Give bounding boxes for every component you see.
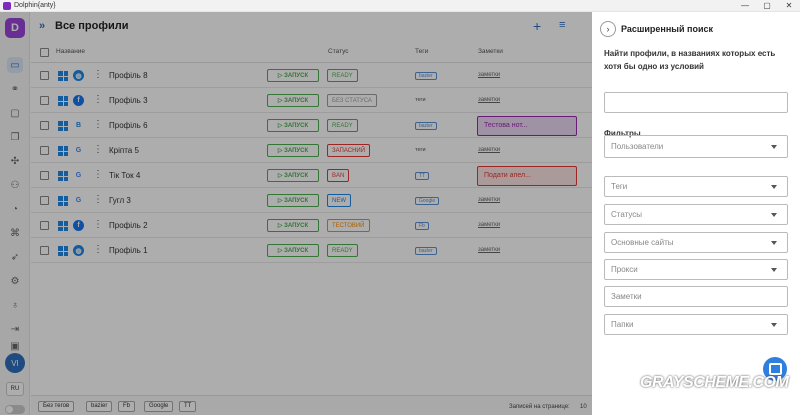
modal-overlay[interactable]: [0, 12, 592, 415]
select-label: Пользователи: [611, 142, 664, 151]
select-label: Заметки: [611, 292, 642, 301]
panel-subtitle: Найти профили, в названиях которых есть …: [604, 49, 776, 71]
search-input[interactable]: [604, 92, 788, 113]
select-label: Прокси: [611, 265, 638, 274]
main-sites-select[interactable]: Основные сайты: [604, 232, 788, 253]
select-label: Теги: [611, 182, 628, 191]
dropdown-arrow-icon: [771, 212, 777, 217]
dropdown-arrow-icon: [771, 144, 777, 149]
dropdown-arrow-icon: [771, 322, 777, 327]
users-select[interactable]: Пользователи: [604, 135, 788, 158]
panel-title: Расширенный поиск: [621, 24, 713, 34]
advanced-search-panel: › Расширенный поиск Найти профили, в наз…: [592, 12, 800, 415]
dropdown-arrow-icon: [771, 184, 777, 189]
window-title: Dolphin{anty}: [14, 2, 56, 9]
app-icon: [3, 1, 11, 10]
maximize-button[interactable]: ▢: [756, 0, 778, 12]
chevron-right-icon[interactable]: ›: [600, 21, 616, 37]
select-label: Папки: [611, 320, 634, 329]
close-button[interactable]: ✕: [778, 0, 800, 12]
folders-select[interactable]: Папки: [604, 314, 788, 335]
select-label: Основные сайты: [611, 238, 674, 247]
select-label: Статусы: [611, 210, 643, 219]
tags-select[interactable]: Теги: [604, 176, 788, 197]
statuses-select[interactable]: Статусы: [604, 204, 788, 225]
dropdown-arrow-icon: [771, 267, 777, 272]
dropdown-arrow-icon: [771, 240, 777, 245]
minimize-button[interactable]: —: [734, 0, 756, 12]
watermark: GRAYSCHEME.COM: [640, 374, 789, 391]
title-bar: Dolphin{anty} — ▢ ✕: [0, 0, 800, 12]
notes-input[interactable]: Заметки: [604, 286, 788, 307]
proxy-select[interactable]: Прокси: [604, 259, 788, 280]
